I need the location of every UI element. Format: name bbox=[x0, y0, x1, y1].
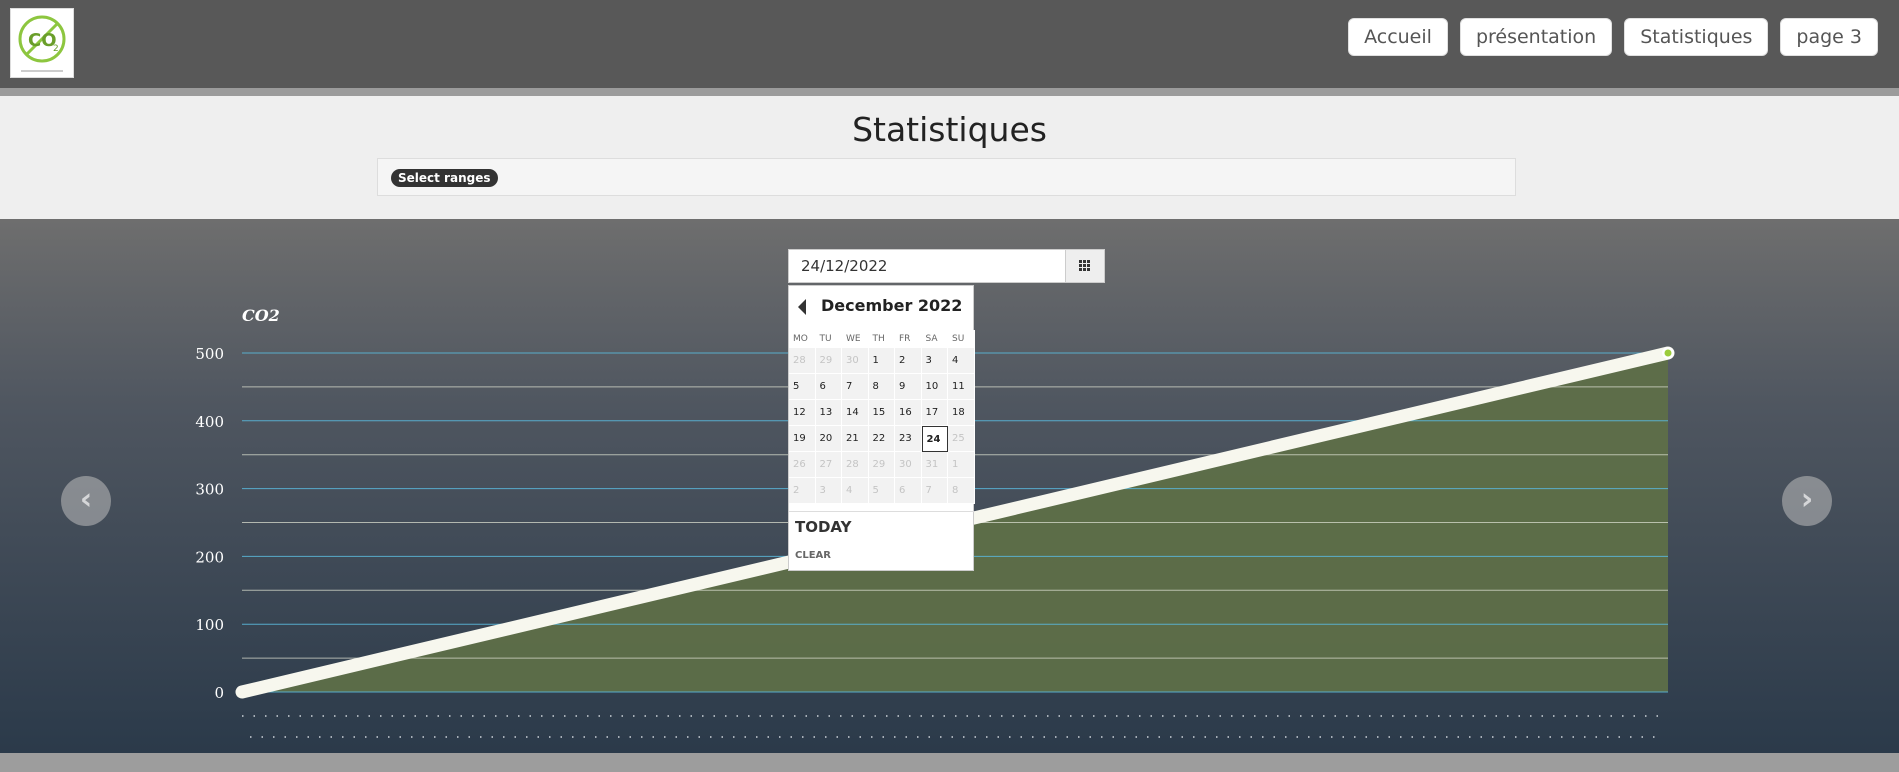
caret-left-icon[interactable] bbox=[798, 299, 806, 315]
y-tick-label: 0 bbox=[214, 684, 224, 702]
calendar-month-label: December 2022 bbox=[821, 296, 963, 315]
calendar-day-selected[interactable]: 24 bbox=[921, 426, 948, 452]
calendar-day[interactable]: 4 bbox=[948, 348, 975, 374]
calendar-day[interactable]: 17 bbox=[921, 400, 948, 426]
y-tick-label: 300 bbox=[195, 481, 224, 499]
calendar-day[interactable]: 26 bbox=[789, 452, 816, 478]
calendar-day[interactable]: 4 bbox=[842, 478, 869, 504]
weekday-label: TH bbox=[868, 330, 895, 348]
calendar-day[interactable]: 12 bbox=[789, 400, 816, 426]
calendar-day[interactable]: 5 bbox=[789, 374, 816, 400]
calendar-day[interactable]: 29 bbox=[815, 348, 842, 374]
carousel-next-button[interactable]: › bbox=[1782, 476, 1832, 526]
nav-page3-button[interactable]: page 3 bbox=[1780, 18, 1878, 56]
calendar-day[interactable]: 18 bbox=[948, 400, 975, 426]
weekday-header-row: MO TU WE TH FR SA SU bbox=[789, 330, 975, 348]
calendar-day-grid: MO TU WE TH FR SA SU 28 29 30 1 2 3 4 5 6 7 8 9 10 11 12 13 14 1… bbox=[789, 330, 975, 504]
y-tick-label: 200 bbox=[195, 548, 224, 566]
calendar-day[interactable]: 23 bbox=[895, 426, 922, 452]
calendar-day[interactable]: 10 bbox=[921, 374, 948, 400]
calendar-day[interactable]: 28 bbox=[789, 348, 816, 374]
today-button[interactable]: TODAY bbox=[795, 518, 851, 536]
calendar-day[interactable]: 30 bbox=[842, 348, 869, 374]
calendar-day[interactable]: 7 bbox=[921, 478, 948, 504]
chevron-left-icon: ‹ bbox=[79, 482, 93, 517]
weekday-label: SA bbox=[921, 330, 948, 348]
calendar-day[interactable]: 11 bbox=[948, 374, 975, 400]
chart-panel: 0 100 200 300 400 500 CO2 ‹ › 24/12/2022 Decem… bbox=[0, 219, 1899, 753]
calendar-day[interactable]: 8 bbox=[868, 374, 895, 400]
calendar-week-row: 12 13 14 15 16 17 18 bbox=[789, 400, 975, 426]
calendar-day[interactable]: 3 bbox=[815, 478, 842, 504]
calendar-day[interactable]: 8 bbox=[948, 478, 975, 504]
calendar-day[interactable]: 30 bbox=[895, 452, 922, 478]
calendar-day[interactable]: 29 bbox=[868, 452, 895, 478]
y-tick-label: 400 bbox=[195, 413, 224, 431]
datepicker-popup: December 2022 MO TU WE TH FR SA SU 28 29 30 1 2 3 4 5 6… bbox=[788, 285, 975, 571]
carousel-prev-button[interactable]: ‹ bbox=[61, 476, 111, 526]
calendar-day[interactable]: 31 bbox=[921, 452, 948, 478]
calendar-header: December 2022 bbox=[789, 286, 975, 326]
weekday-label: SU bbox=[948, 330, 975, 348]
calendar-day[interactable]: 1 bbox=[868, 348, 895, 374]
calendar-day[interactable]: 16 bbox=[895, 400, 922, 426]
weekday-label: FR bbox=[895, 330, 922, 348]
calendar-day[interactable]: 20 bbox=[815, 426, 842, 452]
title-section: Statistiques Select ranges bbox=[0, 96, 1899, 219]
chart-title: CO2 bbox=[242, 306, 280, 325]
select-ranges-badge[interactable]: Select ranges bbox=[391, 169, 498, 187]
calendar-toggle-button[interactable] bbox=[1065, 249, 1105, 283]
main-nav: Accueil présentation Statistiques page 3 bbox=[1348, 18, 1878, 56]
weekday-label: WE bbox=[842, 330, 869, 348]
co2-logo[interactable]: CO 2 bbox=[10, 8, 74, 78]
calendar-day[interactable]: 21 bbox=[842, 426, 869, 452]
calendar-day[interactable]: 13 bbox=[815, 400, 842, 426]
nav-presentation-button[interactable]: présentation bbox=[1459, 18, 1613, 56]
calendar-week-row: 28 29 30 1 2 3 4 bbox=[789, 348, 975, 374]
top-navbar: CO 2 Accueil présentation Statistiques p… bbox=[0, 0, 1899, 88]
calendar-day[interactable]: 14 bbox=[842, 400, 869, 426]
y-tick-label: 500 bbox=[195, 345, 224, 363]
calendar-day[interactable]: 5 bbox=[868, 478, 895, 504]
calendar-day[interactable]: 2 bbox=[895, 348, 922, 374]
calendar-week-row: 26 27 28 29 30 31 1 bbox=[789, 452, 975, 478]
calendar-day[interactable]: 28 bbox=[842, 452, 869, 478]
calendar-day[interactable]: 6 bbox=[895, 478, 922, 504]
calendar-day[interactable]: 6 bbox=[815, 374, 842, 400]
calendar-week-row: 19 20 21 22 23 24 25 bbox=[789, 426, 975, 452]
page-title: Statistiques bbox=[852, 110, 1047, 149]
clear-button[interactable]: CLEAR bbox=[795, 550, 831, 561]
calendar-day[interactable]: 15 bbox=[868, 400, 895, 426]
calendar-day[interactable]: 7 bbox=[842, 374, 869, 400]
calendar-day[interactable]: 27 bbox=[815, 452, 842, 478]
calendar-day[interactable]: 1 bbox=[948, 452, 975, 478]
calendar-week-row: 2345678 bbox=[789, 478, 975, 504]
nav-accueil-button[interactable]: Accueil bbox=[1348, 18, 1448, 56]
calendar-day[interactable]: 3 bbox=[921, 348, 948, 374]
range-selector-bar: Select ranges bbox=[377, 158, 1516, 196]
calendar-divider bbox=[789, 511, 975, 512]
y-tick-label: 100 bbox=[195, 616, 224, 634]
calendar-day[interactable]: 9 bbox=[895, 374, 922, 400]
series-end-point-dot bbox=[1664, 349, 1672, 357]
calendar-week-row: 5 6 7 8 9 10 11 bbox=[789, 374, 975, 400]
calendar-day[interactable]: 19 bbox=[789, 426, 816, 452]
chevron-right-icon: › bbox=[1800, 482, 1814, 517]
calendar-day[interactable]: 2 bbox=[789, 478, 816, 504]
calendar-day[interactable]: 25 bbox=[948, 426, 975, 452]
date-input[interactable]: 24/12/2022 bbox=[788, 249, 1066, 283]
weekday-label: MO bbox=[789, 330, 816, 348]
header-divider bbox=[0, 88, 1899, 96]
svg-text:2: 2 bbox=[53, 44, 59, 54]
footer-strip bbox=[0, 753, 1899, 772]
calendar-day[interactable]: 22 bbox=[868, 426, 895, 452]
nav-statistiques-button[interactable]: Statistiques bbox=[1624, 18, 1769, 56]
calendar-grid-icon bbox=[1079, 260, 1091, 272]
weekday-label: TU bbox=[815, 330, 842, 348]
